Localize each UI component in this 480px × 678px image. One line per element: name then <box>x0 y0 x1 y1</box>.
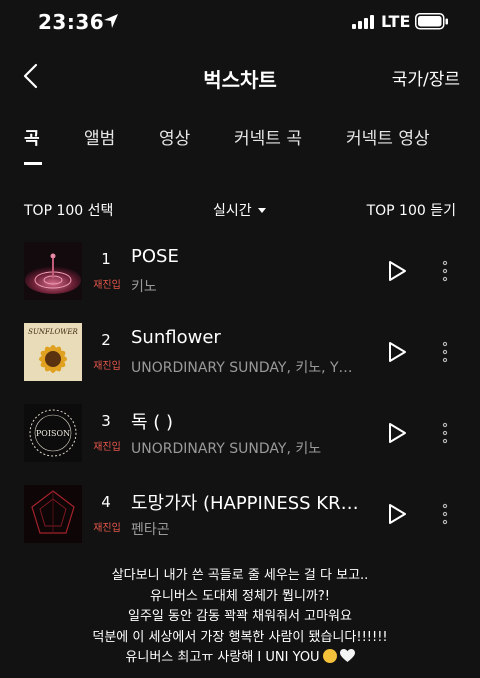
track-artist: 키노 <box>131 279 157 295</box>
period-dropdown[interactable]: 실시간 <box>213 200 266 220</box>
status-bar: 23:36 LTE <box>0 0 480 44</box>
active-tab-indicator <box>24 162 42 165</box>
track-rank: 2 <box>101 331 111 349</box>
track-rank: 1 <box>101 250 111 268</box>
teary-face-emoji-icon <box>322 649 337 663</box>
track-badge: 재진입 <box>93 442 121 453</box>
caption-line: 덕분에 이 세상에서 가장 행복한 사람이 됐습니다!!!!!! <box>92 629 388 645</box>
top100-select-button[interactable]: TOP 100 선택 <box>24 200 113 220</box>
tab-albums[interactable]: 앨범 <box>84 124 115 149</box>
track-row[interactable]: POISON 3 재진입 독 ( ) UNORDINARY SUNDAY, 키노 <box>0 404 480 464</box>
track-artist: UNORDINARY SUNDAY, 키노 <box>131 441 322 457</box>
album-art-pentagon <box>24 485 82 543</box>
tab-songs[interactable]: 곡 <box>24 124 40 149</box>
track-title: POSE <box>131 246 179 267</box>
more-options-icon[interactable] <box>440 258 450 284</box>
track-title: 독 ( ) <box>131 412 174 433</box>
more-options-icon[interactable] <box>440 501 450 527</box>
tab-connect-songs[interactable]: 커넥트 곡 <box>234 124 302 149</box>
status-time: 23:36 <box>38 10 105 34</box>
play-icon[interactable] <box>386 503 408 525</box>
play-icon[interactable] <box>386 260 408 282</box>
track-row[interactable]: SUNFLOWER 2 재진입 Sunflower UNORDINARY SUN… <box>0 323 480 383</box>
location-arrow-icon <box>104 14 118 28</box>
tab-videos[interactable]: 영상 <box>159 124 190 149</box>
album-art-sunflower: SUNFLOWER <box>24 323 82 381</box>
header: 벅스차트 국가/장르 <box>0 52 480 100</box>
track-badge: 재진입 <box>93 280 121 291</box>
sunflower-art-text: SUNFLOWER <box>28 328 78 336</box>
track-artist: UNORDINARY SUNDAY, 키노, Y… <box>131 360 353 376</box>
play-icon[interactable] <box>386 341 408 363</box>
tab-bar: 곡 앨범 영상 커넥트 곡 커넥트 영상 <box>0 118 480 166</box>
period-label: 실시간 <box>213 203 252 219</box>
track-artist: 펜타곤 <box>131 522 170 538</box>
album-art-poison: POISON <box>24 404 82 462</box>
caption-line: 살다보니 내가 쓴 곡들로 줄 세우는 걸 다 보고.. <box>111 568 369 583</box>
battery-icon <box>415 13 448 30</box>
play-icon[interactable] <box>386 422 408 444</box>
chart-toolbar: TOP 100 선택 실시간 TOP 100 듣기 <box>0 196 480 224</box>
caption-line: 유니버스 도대체 정체가 뭡니까?! <box>150 588 330 604</box>
more-options-icon[interactable] <box>440 339 450 365</box>
track-badge: 재진입 <box>93 361 121 372</box>
tab-connect-videos[interactable]: 커넥트 영상 <box>346 124 430 149</box>
track-title: Sunflower <box>131 327 221 348</box>
track-rank: 4 <box>101 493 111 511</box>
network-type: LTE <box>381 12 411 31</box>
poison-art-text: POISON <box>36 429 70 438</box>
track-title: 도망가자 (HAPPINESS KR… <box>131 493 359 514</box>
more-options-icon[interactable] <box>440 420 450 446</box>
caption-line: 일주일 동안 감동 꽉꽉 채워줘서 고마워요 <box>128 609 352 624</box>
caption-line: 유니버스 최고ㅠ 사랑해 I UNI YOU <box>125 650 320 665</box>
country-genre-button[interactable]: 국가/장르 <box>392 65 460 90</box>
top100-play-button[interactable]: TOP 100 듣기 <box>367 200 456 220</box>
album-art-pose <box>24 242 82 300</box>
track-row[interactable]: 4 재진입 도망가자 (HAPPINESS KR… 펜타곤 <box>0 485 480 545</box>
track-rank: 3 <box>101 412 111 430</box>
caption-text: 살다보니 내가 쓴 곡들로 줄 세우는 걸 다 보고.. 유니버스 도대체 정체… <box>0 566 480 669</box>
white-heart-icon <box>339 649 355 662</box>
cellular-signal-icon <box>352 15 374 29</box>
caption-last-line: 유니버스 최고ㅠ 사랑해 I UNI YOU <box>0 648 480 669</box>
track-badge: 재진입 <box>93 523 121 534</box>
caret-down-icon <box>257 207 266 213</box>
track-row[interactable]: 1 재진입 POSE 키노 <box>0 242 480 302</box>
